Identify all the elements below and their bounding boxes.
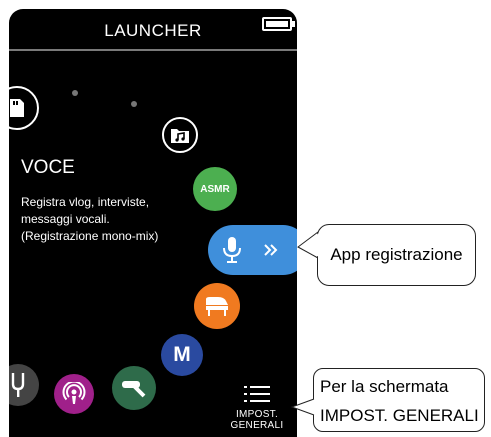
settings-callout-pointer	[290, 398, 315, 416]
